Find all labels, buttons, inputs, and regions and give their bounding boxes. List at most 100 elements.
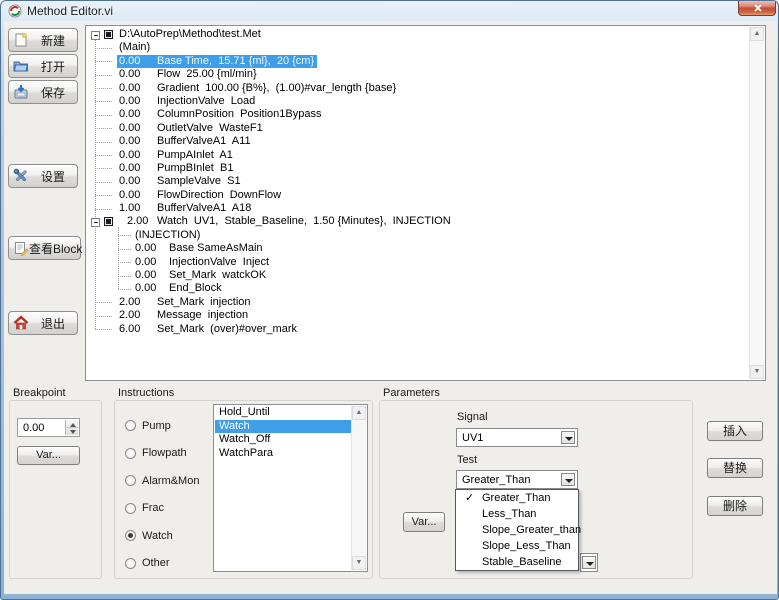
tree-row[interactable]: D:\AutoPrep\Method\test.Met: [86, 28, 749, 41]
tree-row-time: 1.00: [119, 202, 157, 215]
spinner-buttons[interactable]: [65, 420, 78, 435]
tree-row[interactable]: 6.00Set_Mark (over)#over_mark: [86, 323, 749, 336]
radio-watch[interactable]: Watch: [125, 527, 199, 540]
list-item[interactable]: Watch_Off: [215, 433, 351, 447]
close-button[interactable]: [738, 1, 776, 16]
tree-row[interactable]: 0.00Base Time, 15.71 {ml}, 20 {cm}: [86, 55, 749, 68]
tree-row-text: 0.00InjectionValve Inject: [135, 256, 269, 269]
menu-item[interactable]: Slope_Greater_than: [456, 522, 578, 538]
signal-value: UV1: [462, 432, 483, 444]
tree-row[interactable]: (Main): [86, 41, 749, 54]
tree-row[interactable]: 0.00ColumnPosition Position1Bypass: [86, 108, 749, 121]
exit-button-label: 退出: [29, 315, 77, 332]
tree-row[interactable]: 0.00FlowDirection DownFlow: [86, 189, 749, 202]
scroll-down-icon[interactable]: ▼: [352, 556, 366, 570]
hidden-dropdown[interactable]: [580, 553, 598, 572]
tree-row[interactable]: (INJECTION): [86, 229, 749, 242]
tree-row-text: (Main): [119, 41, 150, 54]
tree-row[interactable]: 0.00BufferValveA1 A11: [86, 135, 749, 148]
title-bar[interactable]: Method Editor.vi: [1, 1, 779, 21]
parameters-var-button[interactable]: Var...: [403, 512, 445, 532]
radio-label: Other: [142, 557, 170, 569]
chevron-down-icon[interactable]: [561, 431, 575, 444]
radio-icon: [125, 530, 136, 541]
radio-pump[interactable]: Pump: [125, 417, 199, 430]
tree-row-text: 0.00End_Block: [135, 282, 222, 295]
tree-row[interactable]: 1.00BufferValveA1 A18: [86, 202, 749, 215]
signal-dropdown[interactable]: UV1: [456, 428, 578, 447]
breakpoint-var-button[interactable]: Var...: [17, 446, 80, 465]
tree-row-text: 0.00InjectionValve Load: [119, 95, 255, 108]
tree-row[interactable]: 2.00Set_Mark injection: [86, 296, 749, 309]
tree-row-text: 0.00Base Time, 15.71 {ml}, 20 {cm}: [117, 55, 317, 68]
scroll-up-icon[interactable]: ▲: [352, 406, 366, 420]
scroll-up-icon[interactable]: ▲: [750, 27, 764, 41]
exit-button[interactable]: 退出: [8, 311, 78, 335]
save-button[interactable]: 保存: [8, 80, 78, 104]
test-label: Test: [457, 454, 477, 466]
test-dropdown[interactable]: Greater_Than: [456, 470, 578, 489]
tree-row[interactable]: 0.00Gradient 100.00 {B%}, (1.00)#var_len…: [86, 82, 749, 95]
test-dropdown-menu: ✓Greater_ThanLess_ThanSlope_Greater_than…: [455, 489, 579, 571]
tree-row[interactable]: 0.00PumpAInlet A1: [86, 149, 749, 162]
tree-row-time: 0.00: [135, 242, 169, 255]
radio-flowpath[interactable]: Flowpath: [125, 445, 199, 458]
menu-item[interactable]: Less_Than: [456, 506, 578, 522]
breakpoint-spinner[interactable]: 0.00: [17, 418, 80, 437]
exit-home-icon: [13, 315, 29, 331]
tree-row[interactable]: 0.00PumpBInlet B1: [86, 162, 749, 175]
tree-row[interactable]: 2.00Message injection: [86, 309, 749, 322]
menu-item[interactable]: ✓Greater_Than: [456, 490, 578, 506]
view-block-button[interactable]: 查看Block: [8, 236, 81, 260]
app-icon: [8, 4, 22, 18]
tree-row-time: 2.00: [127, 215, 157, 228]
scroll-down-icon[interactable]: ▼: [750, 365, 764, 379]
tree-row[interactable]: 0.00OutletValve WasteF1: [86, 122, 749, 135]
replace-button[interactable]: 替换: [707, 458, 763, 478]
tree-row-time: 0.00: [119, 189, 157, 202]
tree-row[interactable]: 0.00Set_Mark watckOK: [86, 269, 749, 282]
radio-label: Pump: [142, 420, 171, 432]
signal-label: Signal: [457, 411, 488, 423]
chevron-down-icon[interactable]: [561, 473, 575, 486]
list-item[interactable]: Watch: [215, 420, 351, 434]
open-button-label: 打开: [29, 58, 77, 75]
tree-row-text: 0.00Base SameAsMain: [135, 242, 263, 255]
insert-button[interactable]: 插入: [707, 421, 763, 441]
listbox-scrollbar[interactable]: ▲ ▼: [351, 406, 366, 570]
tree-row-text: 0.00PumpAInlet A1: [119, 149, 233, 162]
tree-row[interactable]: 0.00InjectionValve Load: [86, 95, 749, 108]
settings-button[interactable]: 设置: [8, 164, 78, 188]
new-button[interactable]: 新建: [8, 28, 78, 52]
tree-row[interactable]: 0.00Base SameAsMain: [86, 242, 749, 255]
tree-row[interactable]: 0.00Flow 25.00 {ml/min}: [86, 68, 749, 81]
collapse-icon[interactable]: [91, 218, 100, 227]
radio-alarmmon[interactable]: Alarm&Mon: [125, 472, 199, 485]
menu-item[interactable]: Slope_Less_Than: [456, 538, 578, 554]
tree-row-text: 0.00Gradient 100.00 {B%}, (1.00)#var_len…: [119, 82, 396, 95]
tree-row-time: 6.00: [119, 323, 157, 336]
tree-row-time: 0.00: [119, 122, 157, 135]
method-tree-panel: D:\AutoPrep\Method\test.Met(Main)0.00Bas…: [85, 25, 766, 381]
tree-row-time: 0.00: [135, 256, 169, 269]
tree-row[interactable]: 0.00InjectionValve Inject: [86, 256, 749, 269]
radio-frac[interactable]: Frac: [125, 500, 199, 513]
collapse-icon[interactable]: [91, 31, 100, 40]
spin-down-icon[interactable]: [66, 427, 79, 435]
tree-row-text: 0.00PumpBInlet B1: [119, 162, 233, 175]
list-item[interactable]: WatchPara: [215, 447, 351, 461]
open-button[interactable]: 打开: [8, 54, 78, 78]
tree-row-time: 2.00: [119, 309, 157, 322]
radio-other[interactable]: Other: [125, 555, 199, 568]
menu-item[interactable]: Stable_Baseline: [456, 554, 578, 570]
tree-row[interactable]: 0.00SampleValve S1: [86, 175, 749, 188]
instruction-listbox[interactable]: Hold_UntilWatchWatch_OffWatchPara ▲ ▼: [213, 404, 368, 572]
tree-row-text: 1.00BufferValveA1 A18: [119, 202, 251, 215]
tree-row[interactable]: 0.00End_Block: [86, 282, 749, 295]
tree-row-text: 2.00Set_Mark injection: [119, 296, 251, 309]
list-item[interactable]: Hold_Until: [215, 406, 351, 420]
tree-scrollbar[interactable]: ▲ ▼: [749, 27, 764, 379]
delete-button[interactable]: 删除: [707, 496, 763, 516]
tree-row[interactable]: 2.00Watch UV1, Stable_Baseline, 1.50 {Mi…: [86, 215, 749, 228]
chevron-down-icon[interactable]: [582, 556, 596, 569]
